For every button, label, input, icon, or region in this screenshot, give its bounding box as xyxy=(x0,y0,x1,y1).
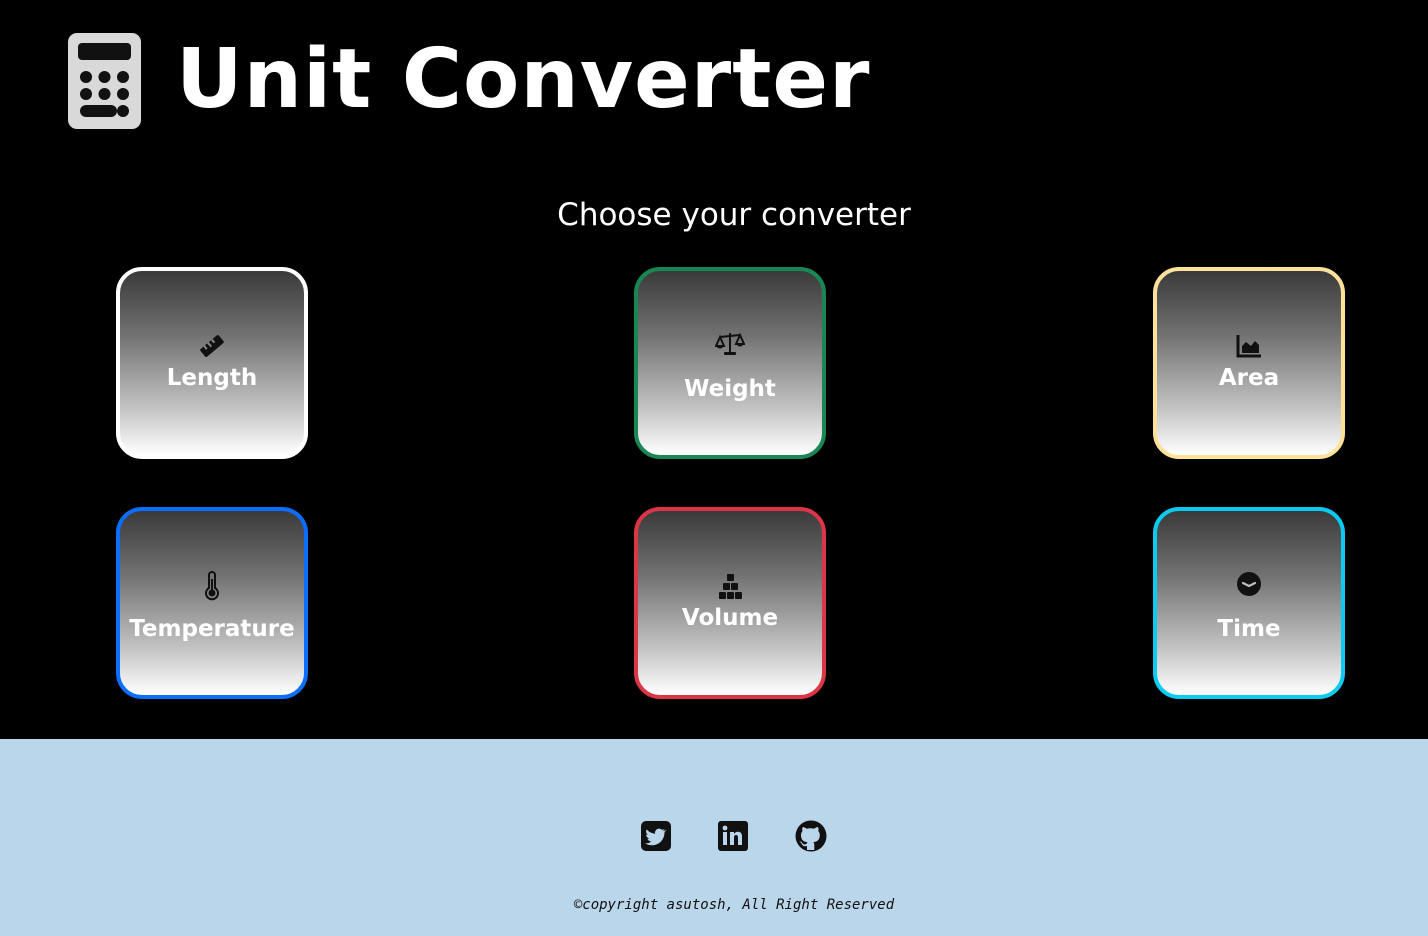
ruler-icon xyxy=(200,335,224,357)
cubes-stacked-icon xyxy=(719,574,742,599)
footer: ©copyright asutosh, All Right Reserved xyxy=(0,739,1428,936)
header: Unit Converter xyxy=(0,0,1428,170)
time-label: Time xyxy=(1217,616,1281,642)
scale-balance-icon xyxy=(715,332,745,355)
weight-converter-card[interactable]: Weight xyxy=(634,267,826,459)
volume-converter-card[interactable]: Volume xyxy=(634,507,826,699)
github-icon[interactable] xyxy=(794,819,828,853)
area-converter-card[interactable]: Area xyxy=(1153,267,1345,459)
app-title: Unit Converter xyxy=(176,32,871,127)
linkedin-icon[interactable] xyxy=(716,819,750,853)
thermometer-icon xyxy=(205,571,219,601)
time-converter-card[interactable]: Time xyxy=(1153,507,1345,699)
weight-label: Weight xyxy=(684,376,776,402)
temperature-label: Temperature xyxy=(129,616,295,642)
page-subtitle: Choose your converter xyxy=(557,197,911,233)
length-converter-card[interactable]: Length xyxy=(116,267,308,459)
area-chart-icon xyxy=(1236,335,1261,358)
volume-label: Volume xyxy=(681,605,779,631)
copyright-text: ©copyright asutosh, All Right Reserved xyxy=(573,897,895,913)
calculator-icon xyxy=(68,33,141,129)
temperature-converter-card[interactable]: Temperature xyxy=(116,507,308,699)
area-label: Area xyxy=(1218,365,1280,391)
twitter-icon[interactable] xyxy=(639,819,673,853)
clock-icon xyxy=(1237,572,1261,596)
length-label: Length xyxy=(166,365,258,391)
